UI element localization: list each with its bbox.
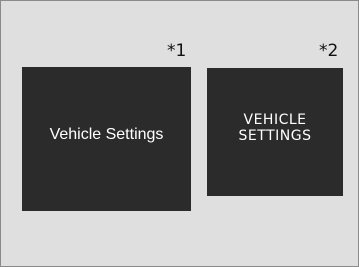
vehicle-settings-screen-type-2: VEHICLE SETTINGS <box>207 68 343 196</box>
vehicle-settings-screen-type-1: Vehicle Settings <box>22 67 191 211</box>
illustration-frame: *1 *2 Vehicle Settings VEHICLE SETTINGS <box>0 0 359 267</box>
label-line-1: VEHICLE <box>243 112 307 128</box>
vehicle-settings-label-mixed-case: Vehicle Settings <box>49 126 164 143</box>
footnote-mark-2: *2 <box>319 41 339 61</box>
footnote-mark-1: *1 <box>167 41 187 61</box>
label-line-2: SETTINGS <box>238 128 312 144</box>
vehicle-settings-label-uppercase: VEHICLE SETTINGS <box>239 112 312 144</box>
